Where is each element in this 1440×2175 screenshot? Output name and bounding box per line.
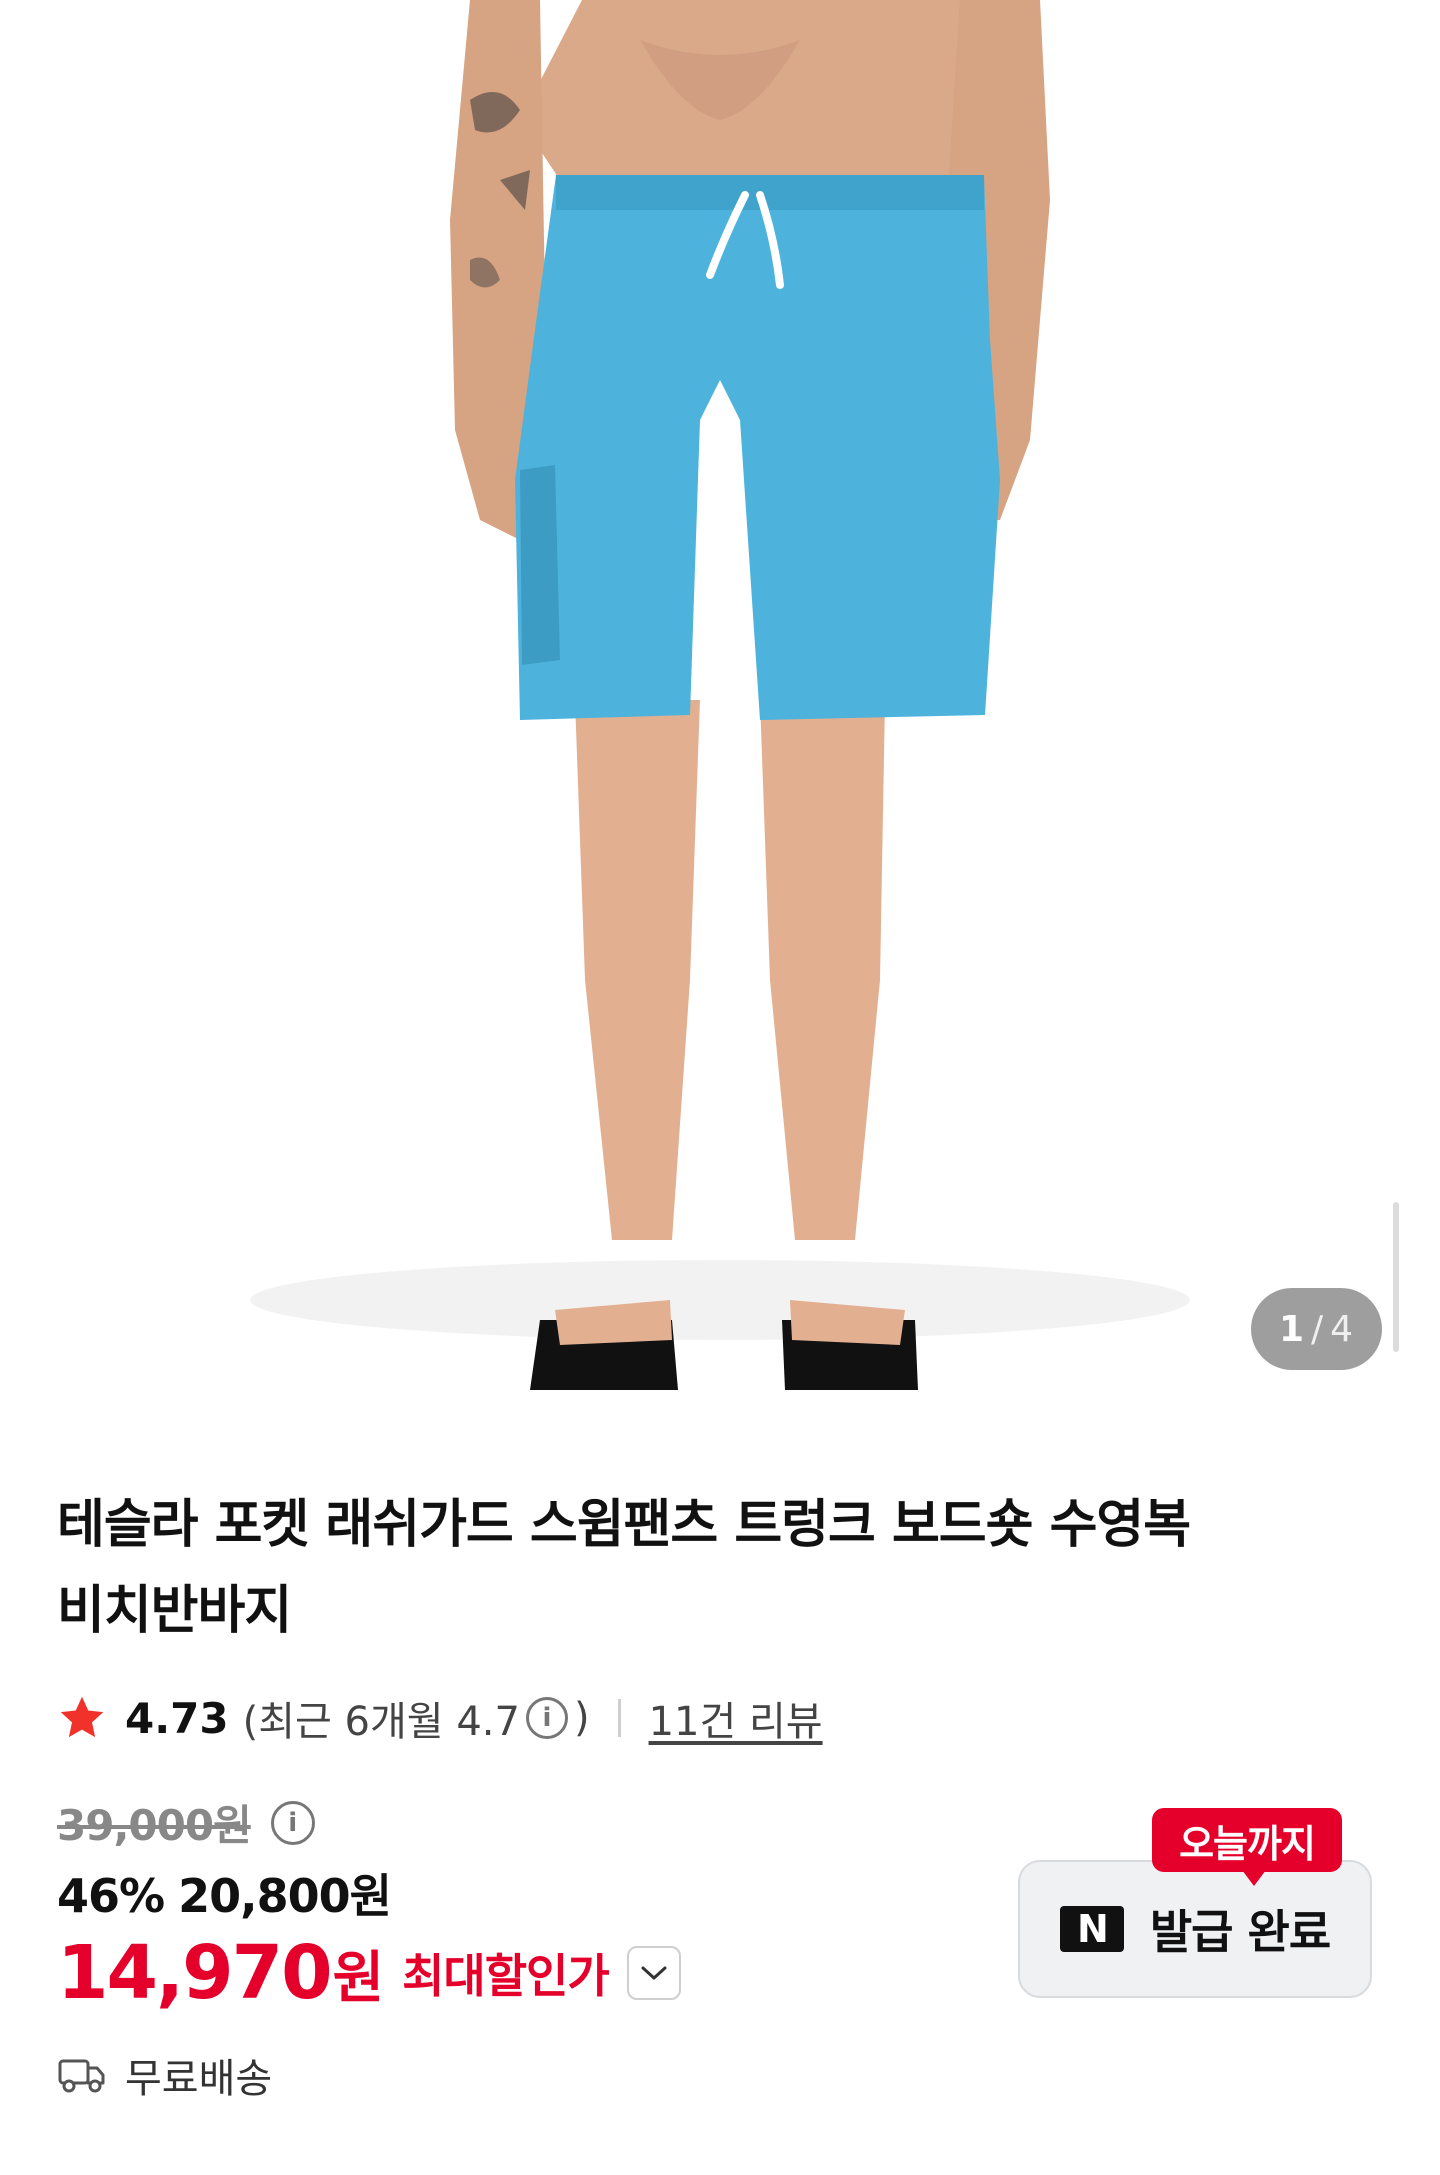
max-discount-row[interactable]: 14,970 원 최대할인가	[57, 1930, 681, 2016]
discount-rate: 46%	[57, 1869, 165, 1923]
sale-price: 20,800원	[178, 1869, 392, 1923]
rating-recent-label: (최근 6개월 4.7	[242, 1699, 520, 1745]
rating-close-paren: )	[573, 1695, 590, 1741]
product-image-gallery[interactable]: 1 / 4	[0, 0, 1440, 1418]
rating-info-icon[interactable]: i	[525, 1697, 568, 1739]
max-discount-toggle[interactable]	[626, 1946, 681, 2000]
image-counter-total: 4	[1330, 1308, 1355, 1350]
today-only-badge: 오늘까지	[1152, 1808, 1342, 1886]
chevron-down-icon	[641, 1966, 667, 1980]
star-icon	[60, 1696, 104, 1738]
gallery-scrollbar[interactable]	[1393, 1202, 1399, 1352]
product-title-line-2: 비치반바지	[57, 1581, 292, 1641]
coupon-status: 발급 완료	[1149, 1905, 1331, 1959]
product-title-line-1: 테슬라 포켓 래쉬가드 스윔팬츠 트렁크 보드숏 수영복	[57, 1495, 1191, 1555]
max-discount-label: 최대할인가	[402, 1949, 610, 2003]
image-counter-current: 1	[1278, 1308, 1305, 1350]
price-info-icon[interactable]: i	[270, 1800, 315, 1845]
shipping-row: 무료배송	[57, 2046, 272, 2104]
original-price-row: 39,000원 i	[57, 1792, 321, 1853]
image-counter-separator: /	[1311, 1308, 1325, 1350]
rating-row: 4.73 (최근 6개월 4.7 i ) 11건 리뷰	[57, 1690, 823, 1746]
max-discount-price: 14,970	[57, 1930, 333, 2016]
product-photo	[250, 0, 1190, 1390]
image-counter: 1 / 4	[1251, 1288, 1382, 1370]
truck-icon	[58, 2059, 105, 2093]
rating-score: 4.73	[125, 1693, 229, 1743]
review-count-link[interactable]: 11건 리뷰	[649, 1689, 823, 1747]
product-page: 1 / 4 테슬라 포켓 래쉬가드 스윔팬츠 트렁크 보드숏 수영복 비치반바지…	[0, 0, 1440, 2175]
original-price: 39,000원	[57, 1801, 252, 1850]
shipping-label: 무료배송	[125, 2056, 273, 2102]
product-title: 테슬라 포켓 래쉬가드 스윔팬츠 트렁크 보드숏 수영복 비치반바지	[57, 1482, 1357, 1654]
naver-logo-icon: N	[1059, 1906, 1124, 1952]
discount-row: 46% 20,800원	[57, 1860, 392, 1926]
coupon-button[interactable]: N 발급 완료	[1018, 1860, 1372, 1998]
rating-divider	[617, 1699, 621, 1737]
max-discount-price-unit: 원	[332, 1945, 385, 2011]
